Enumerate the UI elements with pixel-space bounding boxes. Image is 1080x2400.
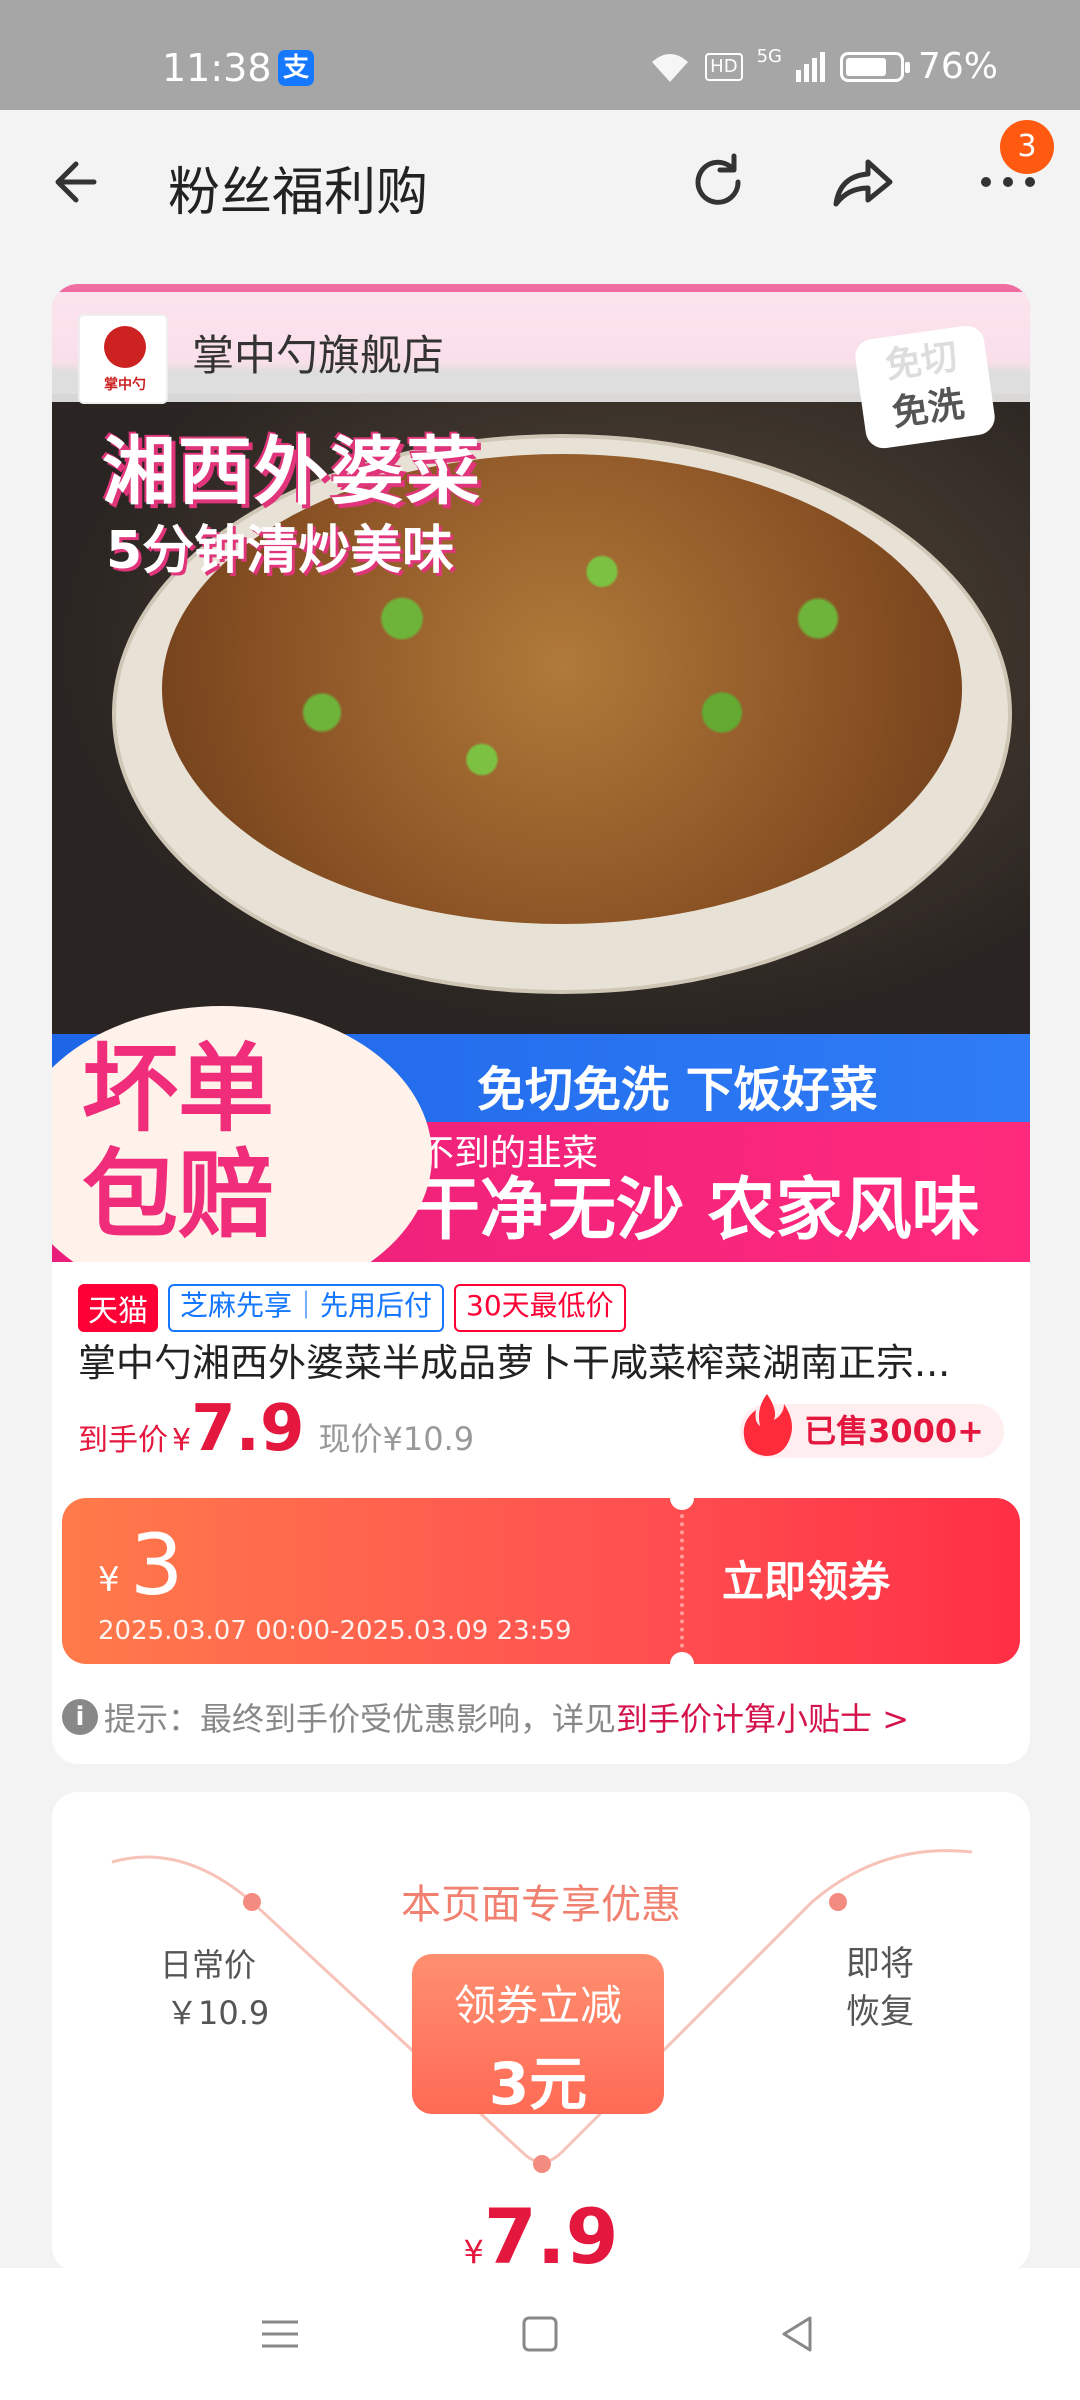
currency-symbol: ¥ <box>172 1423 192 1458</box>
coupon-amount: 3 <box>130 1516 184 1614</box>
hero-subtitle: 5分钟清炒美味 <box>106 521 455 581</box>
menu-icon[interactable] <box>254 2308 306 2360</box>
final-price: 7.9 <box>191 1392 305 1466</box>
back-icon[interactable] <box>772 2308 824 2360</box>
current-price: 现价¥10.9 <box>318 1420 475 1458</box>
product-title[interactable]: 掌中勺湘西外婆菜半成品萝卜干咸菜榨菜湖南正宗... <box>78 1332 1008 1387</box>
sesame-credit-label: 芝麻先享｜先用后付 <box>168 1284 445 1332</box>
lowest-price-label: 30天最低价 <box>454 1284 626 1332</box>
discount-box: 领券立减 3元 <box>412 1954 664 2118</box>
coupon-validity: 2025.03.07 00:00-2025.03.09 23:59 <box>98 1616 572 1646</box>
product-image[interactable]: 掌中勺 掌中勺旗舰店 免切 免洗 湘西外婆菜 5分钟清炒美味 免切免洗 下饭好菜… <box>52 284 1030 1262</box>
final-price-label: 到手价 <box>78 1423 168 1458</box>
hd-icon: HD <box>705 52 743 81</box>
alipay-icon: 支 <box>278 50 314 86</box>
exclusive-final-price: ¥7.9 <box>463 2192 619 2272</box>
coupon-divider <box>680 1498 684 1664</box>
guarantee-text: 坏单 包赔 <box>82 1033 274 1251</box>
battery-icon <box>839 51 910 82</box>
exclusive-offer-card: 本页面专享优惠 日常价 ￥10.9 领券立减 3元 即将恢复 ¥7.9 <box>52 1792 1030 2272</box>
share-icon[interactable] <box>826 146 898 218</box>
system-navigation-bar <box>0 2268 1080 2400</box>
product-labels: 天猫 芝麻先享｜先用后付 30天最低价 <box>78 1284 626 1332</box>
product-card[interactable]: 掌中勺 掌中勺旗舰店 免切 免洗 湘西外婆菜 5分钟清炒美味 免切免洗 下饭好菜… <box>52 284 1030 1764</box>
info-icon: i <box>62 1699 98 1735</box>
coupon-currency: ¥ <box>98 1560 120 1600</box>
status-indicators: HD 5G 76% <box>649 46 998 87</box>
restore-label: 即将恢复 <box>846 1944 914 2032</box>
flame-icon <box>743 1394 793 1456</box>
home-icon[interactable] <box>514 2308 566 2360</box>
sold-count: 已售3000+ <box>740 1394 1004 1458</box>
store-logo[interactable]: 掌中勺 <box>78 314 168 404</box>
discount-label: 领券立减 <box>453 1981 622 2030</box>
coupon-notch-bottom <box>670 1652 694 1664</box>
coupon-card[interactable]: ¥ 3 2025.03.07 00:00-2025.03.09 23:59 立即… <box>62 1498 1020 1664</box>
status-time: 11:38 <box>162 46 272 90</box>
network-type: 5G <box>756 46 782 67</box>
tmall-label: 天猫 <box>78 1284 158 1332</box>
tip-text: 提示：最终到手价受优惠影响，详见 <box>104 1700 617 1738</box>
discount-amount: 3元 <box>488 2050 588 2118</box>
store-name[interactable]: 掌中勺旗舰店 <box>192 322 444 383</box>
corner-tag: 免切 免洗 <box>852 323 998 451</box>
coupon-notch-top <box>670 1498 694 1510</box>
price-row: 到手价 ¥ 7.9 现价¥10.9 <box>78 1392 474 1466</box>
claim-coupon-button[interactable]: 立即领券 <box>722 1548 890 1609</box>
exclusive-title: 本页面专享优惠 <box>401 1882 681 1928</box>
page-title: 粉丝福利购 <box>168 163 429 223</box>
daily-price: ￥10.9 <box>166 1994 270 2032</box>
blue-banner-text: 免切免洗 下饭好菜 <box>477 1062 878 1118</box>
hero-title: 湘西外婆菜 <box>102 429 482 515</box>
signal-icon <box>795 51 825 82</box>
daily-price-label: 日常价 <box>160 1946 257 1984</box>
back-arrow-icon[interactable] <box>46 146 118 218</box>
refresh-icon[interactable] <box>682 146 754 218</box>
nav-bar: 粉丝福利购 3 <box>0 110 1080 252</box>
wifi-icon <box>652 53 689 82</box>
battery-percent: 76% <box>917 46 998 87</box>
price-tips-link[interactable]: 到手价计算小贴士 > <box>616 1694 909 1740</box>
status-bar: 11:38 支 HD 5G 76% <box>0 0 1080 110</box>
price-tip: i 提示：最终到手价受优惠影响，详见 到手价计算小贴士 > <box>62 1694 909 1740</box>
notification-badge: 3 <box>1000 120 1054 174</box>
